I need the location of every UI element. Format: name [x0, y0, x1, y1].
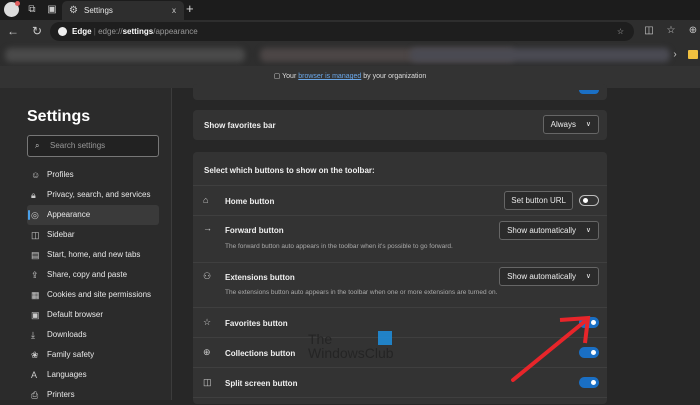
red-arrow-annotation — [511, 315, 591, 382]
